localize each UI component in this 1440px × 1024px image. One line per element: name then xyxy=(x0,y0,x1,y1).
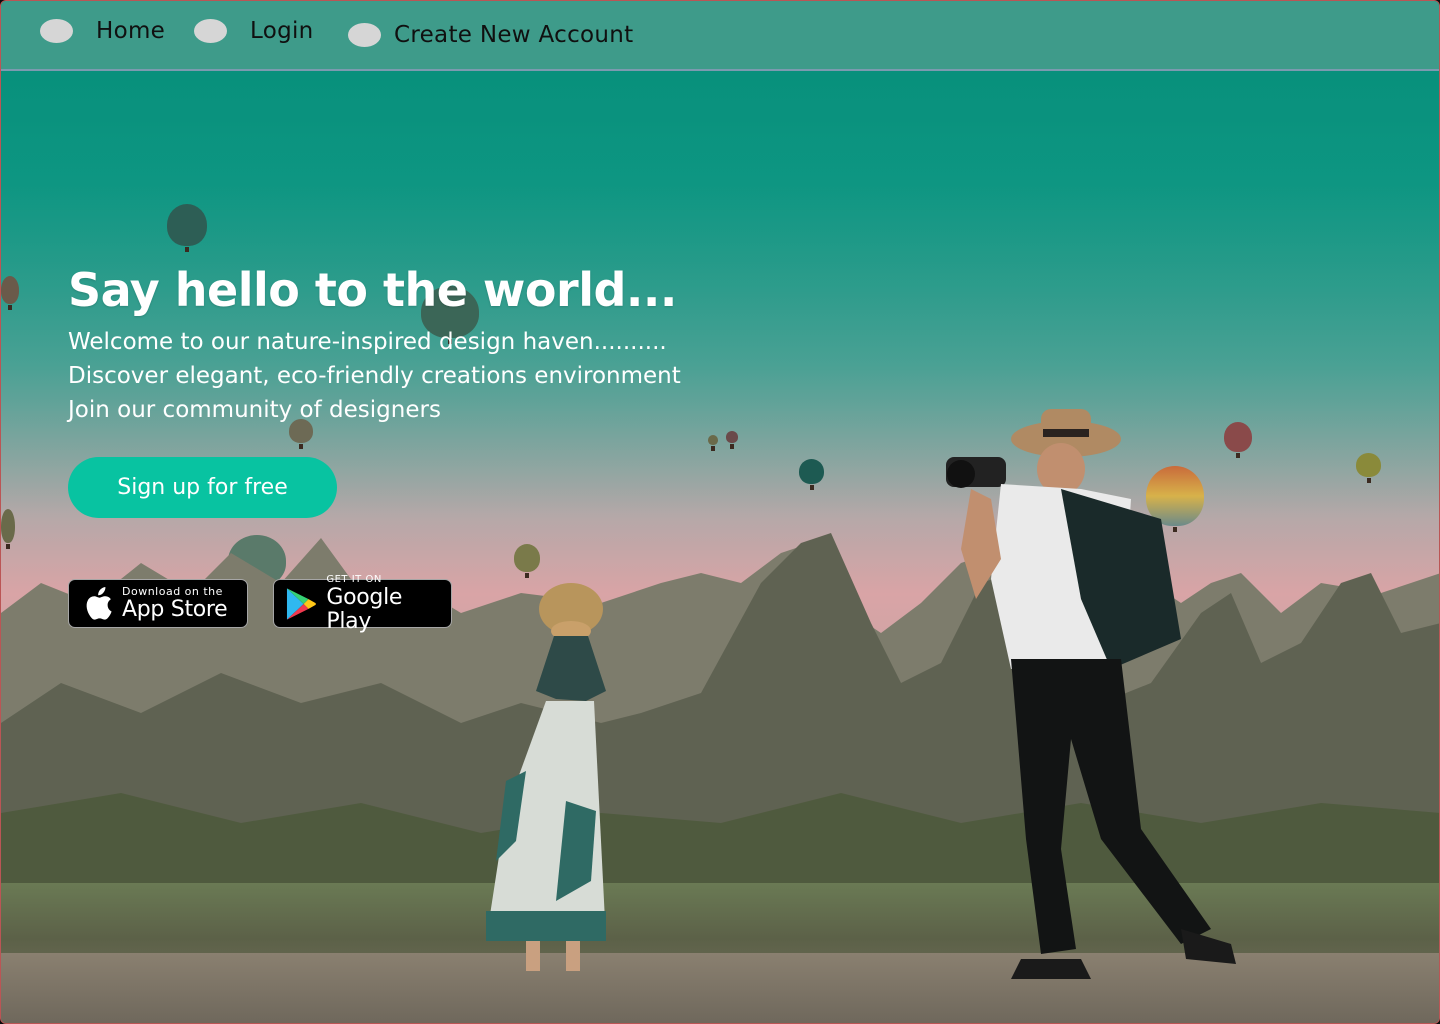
balloon xyxy=(726,431,738,449)
app-store-badge[interactable]: Download on the App Store xyxy=(68,579,248,628)
app-store-small-label: Download on the xyxy=(122,584,223,598)
woman-figure xyxy=(486,583,606,971)
nav-login-label: Login xyxy=(250,18,314,44)
balloon xyxy=(1,276,19,310)
app-store-big-label: App Store xyxy=(122,596,228,622)
nav-item-home[interactable]: Home xyxy=(40,18,165,44)
photographer-figure xyxy=(946,409,1236,979)
hero-line-2: Discover elegant, eco-friendly creations… xyxy=(68,363,681,389)
balloon xyxy=(167,204,207,252)
google-play-badge[interactable]: GET IT ON Google Play xyxy=(273,574,452,633)
hero-line-3: Join our community of designers xyxy=(68,397,441,423)
top-nav: Home Login Create New Account xyxy=(1,1,1439,71)
page-frame: Home Login Create New Account Say hello … xyxy=(0,0,1440,1024)
nav-home-icon xyxy=(40,19,73,43)
balloon xyxy=(708,435,718,451)
nav-item-create-account[interactable]: Create New Account xyxy=(348,22,633,48)
google-play-big-label: Google Play xyxy=(326,584,403,634)
google-play-icon xyxy=(286,587,316,620)
nav-item-login[interactable]: Login xyxy=(194,18,314,44)
google-play-small-label: GET IT ON xyxy=(326,573,382,585)
balloon xyxy=(1356,453,1381,483)
hero-title: Say hello to the world... xyxy=(68,263,677,317)
nav-create-account-icon xyxy=(348,23,381,47)
hero-line-1: Welcome to our nature-inspired design ha… xyxy=(68,329,667,355)
nav-login-icon xyxy=(194,19,227,43)
nav-home-label: Home xyxy=(96,18,166,44)
balloon xyxy=(799,459,824,490)
nav-create-account-label: Create New Account xyxy=(394,22,634,48)
apple-icon xyxy=(86,586,112,620)
sign-up-button[interactable]: Sign up for free xyxy=(68,457,337,518)
